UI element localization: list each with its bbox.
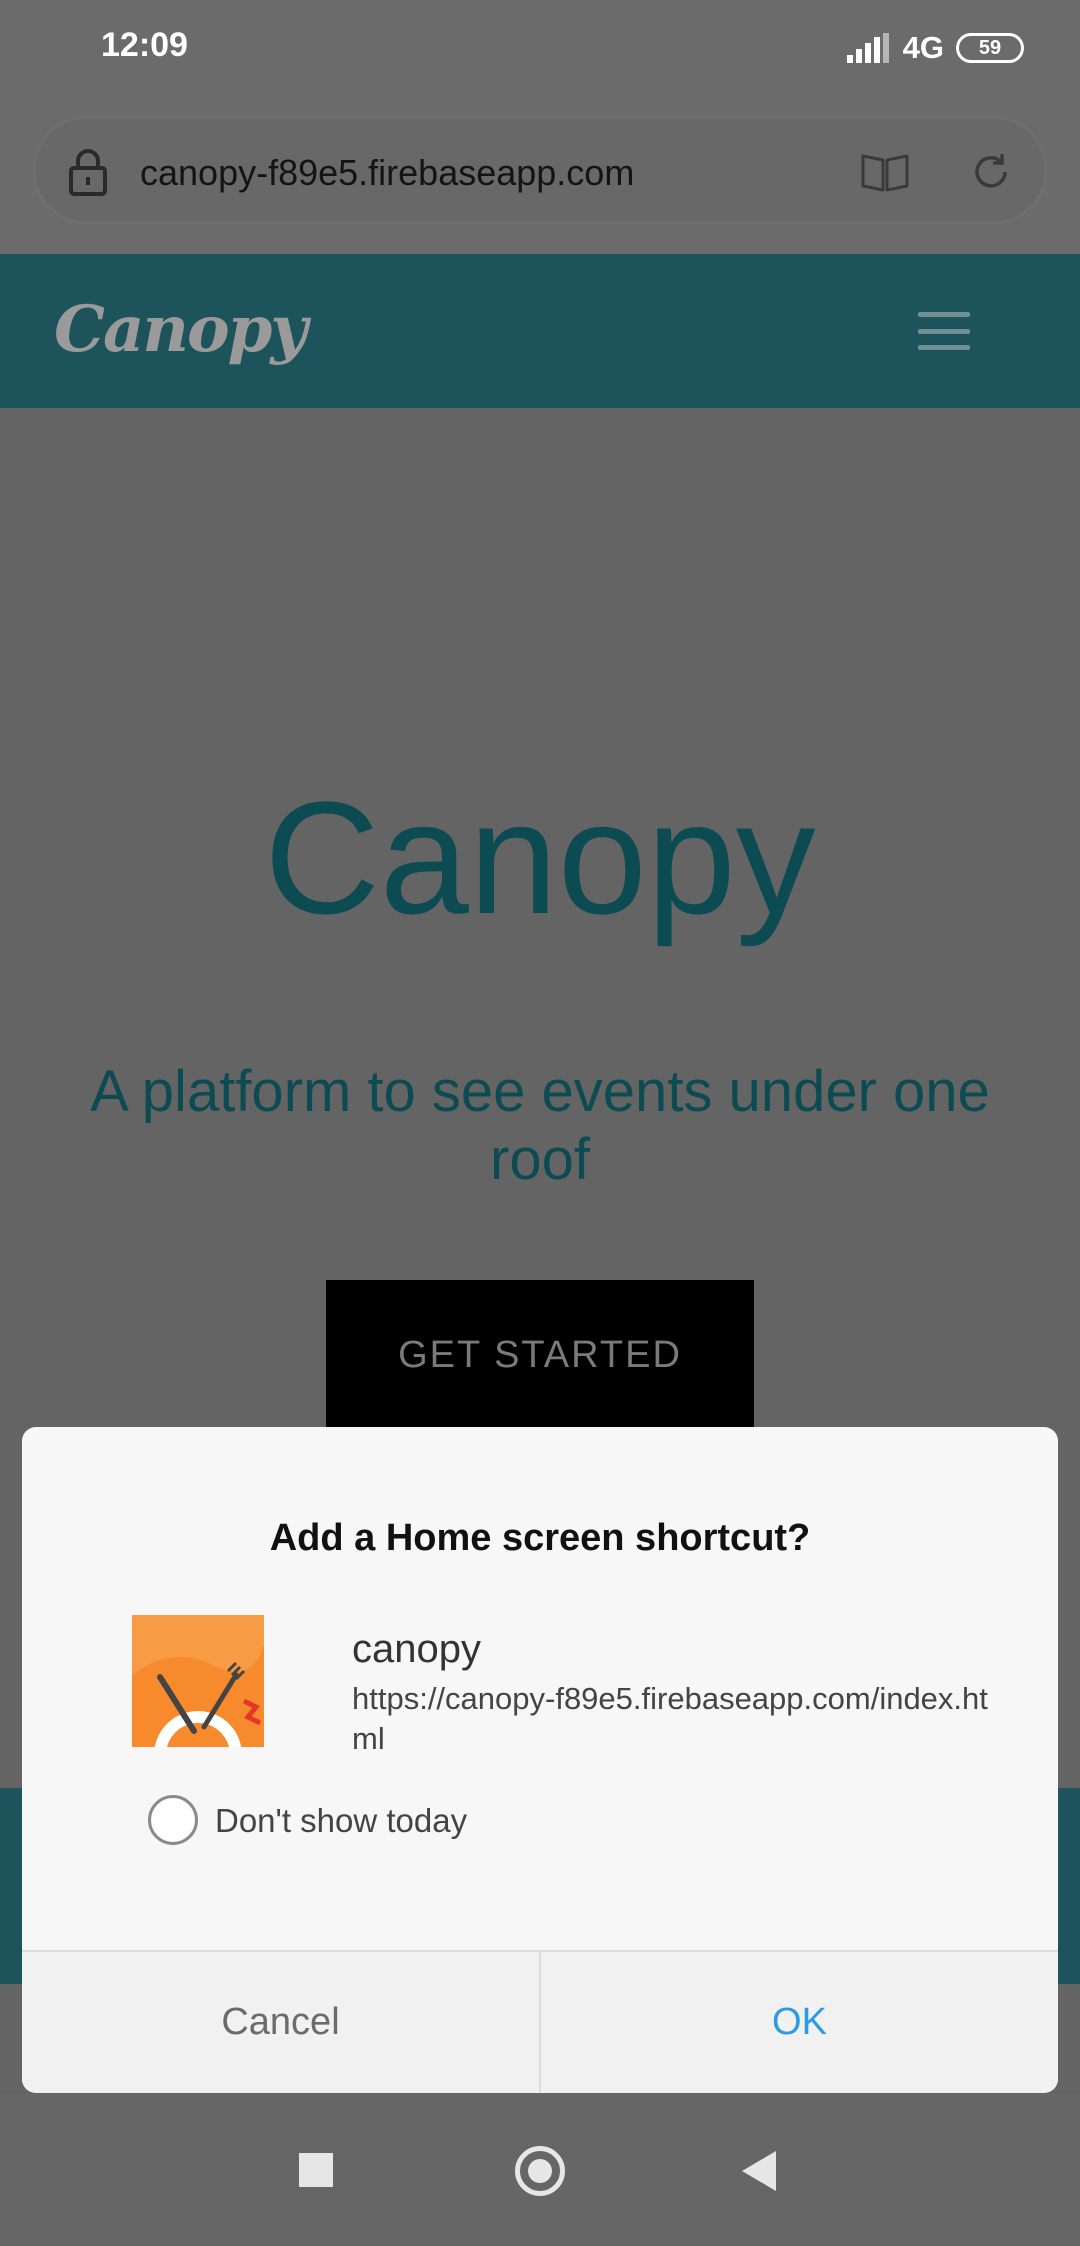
system-nav-bar	[0, 2093, 1080, 2246]
app-logo-icon	[132, 1615, 264, 1747]
cancel-button[interactable]: Cancel	[22, 1952, 541, 2093]
back-icon[interactable]	[742, 2151, 776, 2191]
battery-icon: 59	[956, 33, 1024, 63]
hero-subtitle: A platform to see events under one roof	[90, 1059, 990, 1192]
site-navbar: Canopy	[0, 254, 1080, 408]
status-bar: 12:09 4G 59	[0, 0, 1080, 96]
lock-icon	[69, 149, 107, 196]
recents-icon[interactable]	[299, 2153, 333, 2187]
reload-icon[interactable]	[969, 150, 1013, 194]
dialog-actions: Cancel OK	[22, 1950, 1058, 2093]
status-time: 12:09	[101, 26, 188, 64]
signal-icon	[846, 33, 889, 63]
get-started-button[interactable]: GET STARTED	[326, 1280, 754, 1430]
status-indicators: 4G 59	[846, 28, 1024, 68]
page-section-edge	[1058, 1788, 1080, 1984]
app-icon	[132, 1615, 264, 1747]
dialog-title: Add a Home screen shortcut?	[269, 1517, 811, 1559]
shortcut-url: https://canopy-f89e5.firebaseapp.com/ind…	[352, 1681, 988, 1756]
site-logo[interactable]: Canopy	[54, 292, 308, 367]
reader-mode-icon[interactable]	[861, 152, 909, 192]
network-type: 4G	[902, 30, 944, 65]
battery-level: 59	[978, 36, 1002, 59]
shortcut-name: canopy	[352, 1627, 481, 1671]
page-section-edge	[0, 1788, 22, 1984]
dont-show-today-label[interactable]: Don't show today	[215, 1802, 467, 1840]
address-bar[interactable]: canopy-f89e5.firebaseapp.com	[33, 116, 1047, 224]
menu-icon[interactable]	[918, 312, 970, 350]
url-text: canopy-f89e5.firebaseapp.com	[140, 152, 635, 193]
hero-title: Canopy	[264, 768, 816, 947]
ok-button[interactable]: OK	[541, 1952, 1058, 2093]
dont-show-today-checkbox[interactable]	[148, 1795, 198, 1845]
add-shortcut-dialog: Add a Home screen shortcut? canopy https…	[22, 1427, 1058, 2093]
home-icon[interactable]	[515, 2146, 565, 2196]
browser-toolbar: canopy-f89e5.firebaseapp.com	[0, 96, 1080, 254]
